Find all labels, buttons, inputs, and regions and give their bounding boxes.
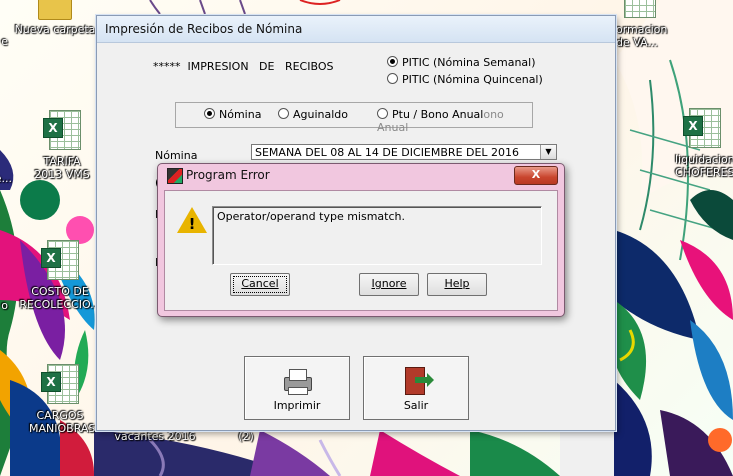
desktop-label-fragment: e... bbox=[0, 172, 12, 185]
radio-unselected-icon bbox=[377, 108, 388, 119]
desktop-icon-partial[interactable]: (2) bbox=[226, 430, 266, 443]
tipo-groupbox: Nómina Aguinaldo Ptu / Bono Anualono Anu… bbox=[175, 102, 533, 134]
desktop-label-fragment: o bbox=[1, 299, 8, 312]
imprimir-button[interactable]: Imprimir bbox=[244, 356, 350, 420]
desktop-icon-formacion[interactable]: ormacion de VA... bbox=[612, 0, 682, 49]
close-button[interactable]: X bbox=[514, 166, 558, 185]
excel-file-icon: X bbox=[39, 238, 81, 282]
app-icon bbox=[167, 168, 183, 184]
nomina-select[interactable]: SEMANA DEL 08 AL 14 DE DICIEMBRE DEL 201… bbox=[251, 144, 557, 160]
dialog-title: Program Error bbox=[186, 168, 270, 182]
close-icon: X bbox=[531, 168, 541, 181]
excel-file-icon bbox=[616, 0, 658, 20]
desktop-icon-label: TARIFA 2013 VMS bbox=[34, 155, 90, 181]
radio-unselected-icon bbox=[387, 73, 398, 84]
excel-file-icon: X bbox=[681, 106, 723, 150]
cancel-button[interactable]: Cancel bbox=[230, 273, 290, 296]
radio-nomina[interactable]: Nómina bbox=[204, 108, 261, 121]
printer-icon bbox=[280, 367, 314, 395]
dialog-titlebar: Program Error bbox=[158, 164, 564, 186]
radio-aguinaldo[interactable]: Aguinaldo bbox=[278, 108, 348, 121]
desktop-icon-label: liquidacion CHOFERES bbox=[675, 153, 733, 179]
radio-selected-icon bbox=[204, 108, 215, 119]
excel-file-icon: X bbox=[41, 108, 83, 152]
desktop-icon-label: Nueva carpeta bbox=[14, 23, 96, 36]
desktop-icon-liquidacion[interactable]: X liquidacion CHOFERES bbox=[671, 106, 733, 179]
section-heading: ***** IMPRESION DE RECIBOS bbox=[153, 60, 334, 73]
salir-button[interactable]: Salir bbox=[363, 356, 469, 420]
radio-selected-icon bbox=[387, 56, 398, 67]
excel-file-icon: X bbox=[39, 362, 81, 406]
nomina-label: Nómina bbox=[155, 149, 198, 162]
chevron-down-icon[interactable]: ▼ bbox=[540, 145, 556, 159]
ignore-button[interactable]: Ignore bbox=[359, 273, 419, 296]
error-message: Operator/operand type mismatch. bbox=[212, 206, 542, 265]
radio-nomina-semanal[interactable]: PITIC (Nómina Semanal) bbox=[387, 56, 536, 69]
desktop-icon-label: CARGOS MANIOBRAS bbox=[29, 409, 96, 435]
help-button[interactable]: Help bbox=[427, 273, 487, 296]
desktop-icon-costo-recoleccion[interactable]: X COSTO DE RECOLECCIO... bbox=[17, 238, 103, 311]
desktop-icon-nueva-carpeta[interactable]: Nueva carpeta bbox=[12, 0, 98, 36]
folder-icon bbox=[38, 0, 72, 20]
desktop-icon-cargos-maniobras[interactable]: X CARGOS MANIOBRAS bbox=[17, 362, 103, 435]
desktop-icon-tarifa[interactable]: X TARIFA 2013 VMS bbox=[19, 108, 105, 181]
desktop-icon-label: ormacion de VA... bbox=[616, 23, 668, 49]
radio-nomina-quincenal[interactable]: PITIC (Nómina Quincenal) bbox=[387, 73, 543, 86]
desktop-icon-vacantes[interactable]: vacantes 2016 bbox=[110, 430, 200, 443]
window-title: Impresión de Recibos de Nómina bbox=[97, 16, 615, 43]
exit-door-icon bbox=[399, 367, 434, 395]
desktop-icon-label: (2) bbox=[238, 430, 254, 443]
program-error-dialog: Program Error X ! Operator/operand type … bbox=[157, 163, 565, 317]
desktop-label-fragment: e bbox=[1, 35, 8, 48]
desktop-icon-label: COSTO DE RECOLECCIO... bbox=[19, 285, 101, 311]
radio-unselected-icon bbox=[278, 108, 289, 119]
warning-exclamation: ! bbox=[188, 215, 196, 233]
dialog-body: ! Operator/operand type mismatch. Cancel… bbox=[164, 190, 558, 311]
radio-ptu-bono[interactable]: Ptu / Bono Anualono Anual bbox=[377, 108, 532, 134]
desktop-icon-label: vacantes 2016 bbox=[114, 430, 196, 443]
